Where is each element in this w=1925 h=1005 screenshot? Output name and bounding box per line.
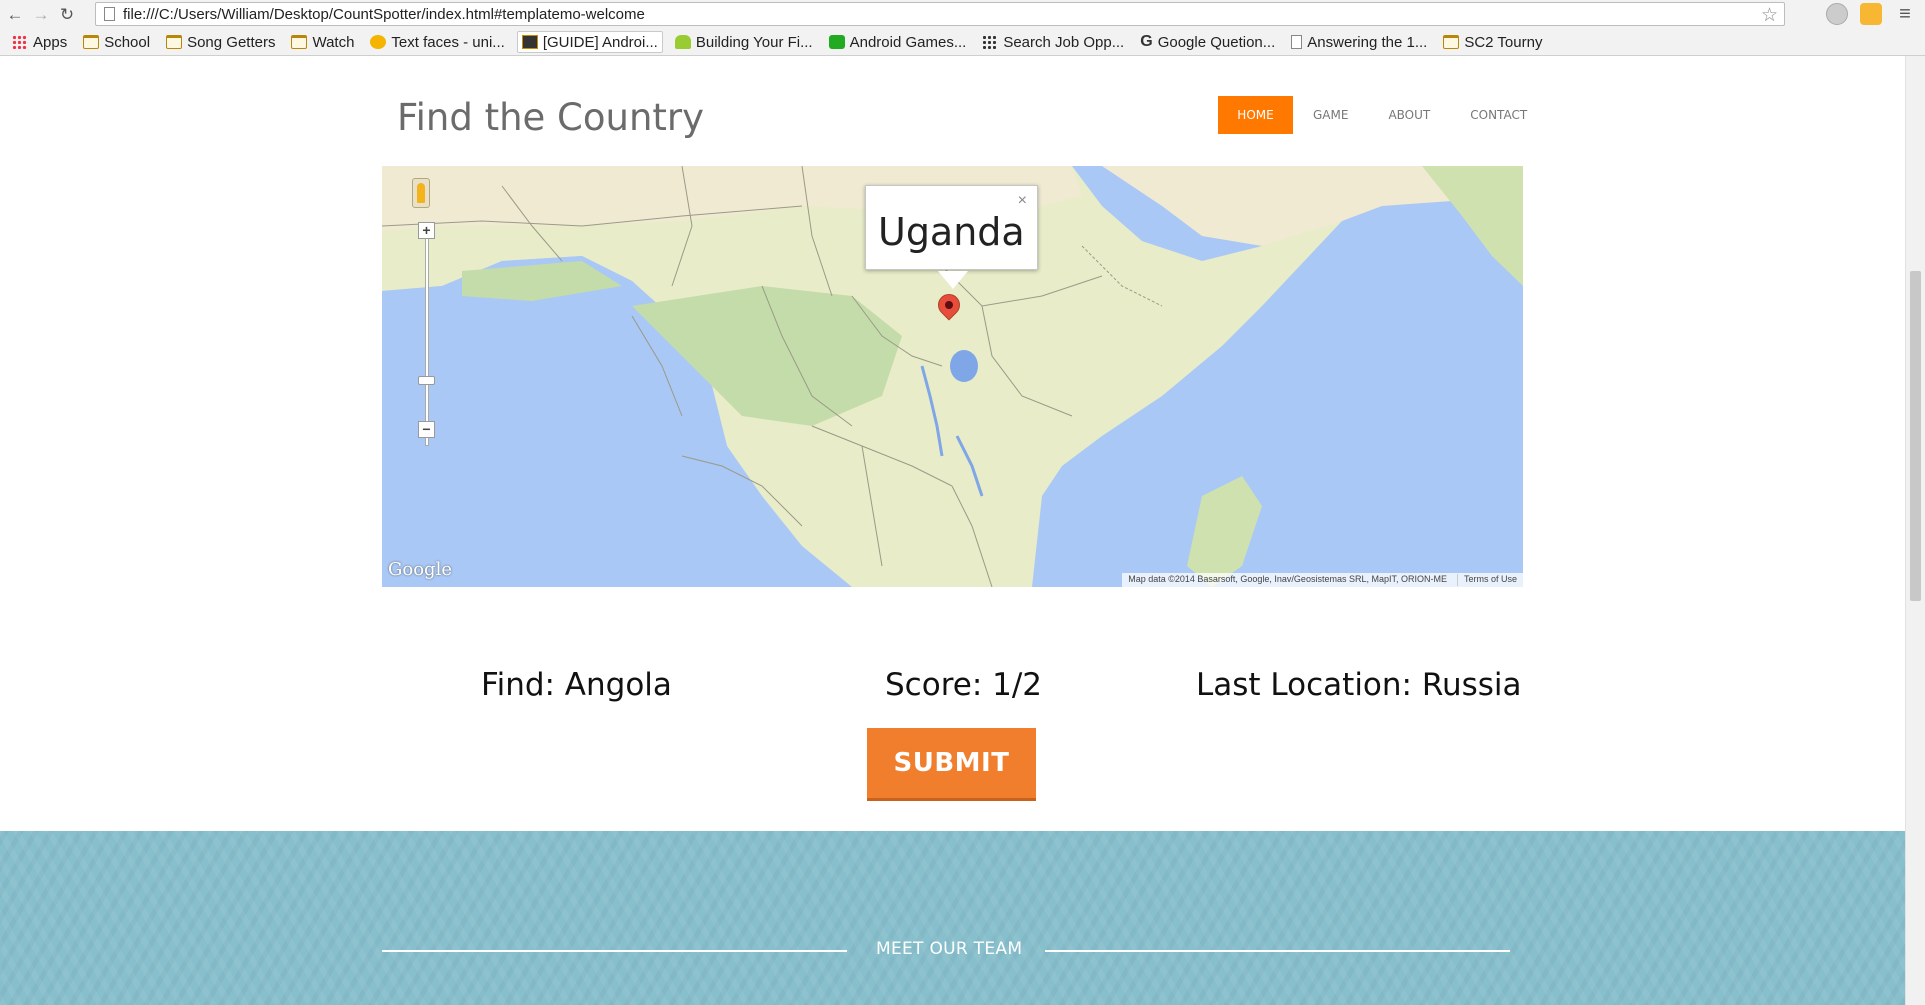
page-icon <box>104 7 115 21</box>
bookmark-item[interactable]: SC2 Tourny <box>1439 31 1546 53</box>
bookmark-label: Song Getters <box>187 33 276 51</box>
url-text[interactable]: file:///C:/Users/William/Desktop/CountSp… <box>123 6 645 23</box>
folder-icon <box>83 35 100 49</box>
bookmark-star-icon[interactable]: ☆ <box>1761 4 1778 27</box>
dots-icon <box>982 35 999 49</box>
bookmark-label: [GUIDE] Androi... <box>542 33 658 51</box>
close-icon[interactable]: × <box>1018 192 1027 210</box>
extension-icon[interactable] <box>1860 3 1882 25</box>
bookmark-label: Watch <box>312 33 355 51</box>
guide-favicon-icon <box>521 35 538 49</box>
browser-toolbar: ← → ↻ file:///C:/Users/William/Desktop/C… <box>0 0 1925 29</box>
submit-button[interactable]: SUBMIT <box>867 728 1036 801</box>
google-g-icon: G <box>1140 33 1153 50</box>
bookmark-item[interactable]: Song Getters <box>162 31 279 53</box>
bookmark-item[interactable]: Answering the 1... <box>1287 31 1431 53</box>
last-location-label: Last Location: Russia <box>1196 667 1522 703</box>
score-label: Score: 1/2 <box>885 667 1043 703</box>
back-button[interactable]: ← <box>4 4 26 26</box>
bookmark-item[interactable]: [GUIDE] Androi... <box>516 31 663 53</box>
street-view-pegman-icon[interactable] <box>412 178 430 208</box>
smiley-face-icon <box>370 35 387 49</box>
google-logo[interactable]: Google <box>388 559 452 580</box>
android-icon <box>674 35 691 49</box>
bookmark-label: School <box>104 33 151 51</box>
lake-victoria <box>950 350 978 382</box>
apps-icon <box>12 35 28 49</box>
menu-icon[interactable]: ≡ <box>1894 3 1916 25</box>
browser-chrome: ← → ↻ file:///C:/Users/William/Desktop/C… <box>0 0 1925 56</box>
divider-left <box>382 950 847 952</box>
team-section-title: MEET OUR TEAM <box>876 939 1023 959</box>
bookmark-label: Answering the 1... <box>1307 33 1428 51</box>
madagascar <box>1187 476 1262 587</box>
nav-item-game[interactable]: GAME <box>1293 96 1368 134</box>
bookmark-item[interactable]: Watch <box>287 31 358 53</box>
bookmark-label: Text faces - uni... <box>391 33 505 51</box>
scrollbar-thumb[interactable] <box>1910 271 1921 601</box>
divider-right <box>1045 950 1510 952</box>
india-landmass <box>1422 166 1523 286</box>
nav-item-home[interactable]: HOME <box>1218 96 1293 134</box>
site-title: Find the Country <box>397 96 705 139</box>
zoom-out-button[interactable]: − <box>418 421 435 438</box>
google-map[interactable]: + − Uganda × Google Map data ©2014 Basar… <box>382 166 1523 587</box>
map-attribution: Map data ©2014 Basarsoft, Google, Inav/G… <box>1122 573 1523 587</box>
address-bar[interactable]: file:///C:/Users/William/Desktop/CountSp… <box>95 2 1785 26</box>
bookmark-item[interactable]: Building Your Fi... <box>671 31 817 53</box>
page-scrollbar[interactable] <box>1905 56 1925 1005</box>
page-content: Find the Country HOMEGAMEABOUTCONTACT <box>0 56 1905 1005</box>
bookmark-label: Apps <box>33 33 68 51</box>
attribution-text: Map data ©2014 Basarsoft, Google, Inav/G… <box>1128 574 1447 584</box>
reload-button[interactable]: ↻ <box>56 4 78 26</box>
bookmark-item[interactable]: Search Job Opp... <box>978 31 1128 53</box>
bookmark-item[interactable]: Apps <box>8 31 71 53</box>
bookmarks-bar: Apps School Song Getters Watch Text faces - … <box>0 29 1925 55</box>
bookmark-item[interactable]: School <box>79 31 154 53</box>
bookmark-label: SC2 Tourny <box>1464 33 1543 51</box>
zoom-slider-track[interactable] <box>425 238 429 446</box>
main-nav: HOME GAME ABOUT CONTACT <box>1218 96 1547 134</box>
gamepad-icon <box>828 35 845 49</box>
forward-button[interactable]: → <box>30 4 52 26</box>
bookmark-label: Google Quetion... <box>1157 33 1276 51</box>
zoom-in-button[interactable]: + <box>418 222 435 239</box>
nav-item-about[interactable]: ABOUT <box>1368 96 1450 134</box>
bookmark-item[interactable]: Android Games... <box>825 31 971 53</box>
terms-of-use-link[interactable]: Terms of Use <box>1456 574 1517 586</box>
folder-icon <box>291 35 308 49</box>
bookmark-label: Android Games... <box>849 33 967 51</box>
bookmark-item[interactable]: Text faces - uni... <box>366 31 508 53</box>
zoom-slider-handle[interactable] <box>418 376 435 385</box>
nav-item-contact[interactable]: CONTACT <box>1450 96 1547 134</box>
find-country-label: Find: Angola <box>481 667 672 703</box>
folder-icon <box>1443 35 1460 49</box>
bookmark-label: Building Your Fi... <box>695 33 813 51</box>
infowindow-country-label: Uganda <box>878 210 1025 254</box>
team-section: MEET OUR TEAM <box>0 831 1905 1005</box>
infowindow-tail <box>938 271 968 289</box>
folder-icon <box>166 35 183 49</box>
extension-icon[interactable] <box>1826 3 1848 25</box>
map-infowindow: Uganda × <box>865 185 1038 289</box>
document-icon <box>1291 35 1303 49</box>
bookmark-item[interactable]: G Google Quetion... <box>1136 31 1279 53</box>
bookmark-label: Search Job Opp... <box>1003 33 1125 51</box>
